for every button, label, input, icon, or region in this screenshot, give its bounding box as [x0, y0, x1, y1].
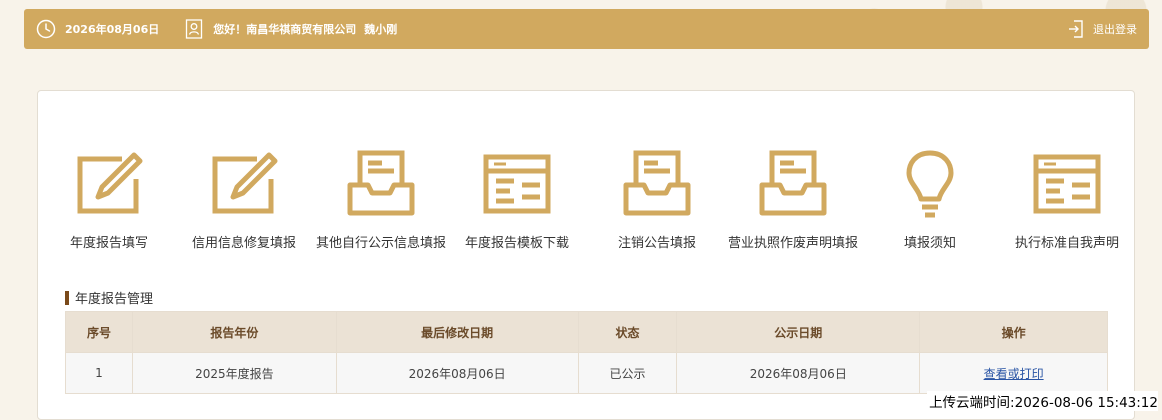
header-date: 2026年08月06日 [36, 19, 159, 39]
nav-deregistration-notice[interactable]: 注销公告填报 [587, 149, 727, 251]
column-header: 状态 [577, 311, 678, 353]
inbox-icon [758, 149, 828, 219]
date-text: 2026年08月06日 [65, 23, 160, 36]
inbox-icon [346, 149, 416, 219]
column-header: 操作 [919, 311, 1108, 353]
annual-report-table: 序号 报告年份 最后修改日期 状态 公示日期 操作 1 2025年度报告 202… [65, 311, 1108, 394]
column-header: 报告年份 [131, 311, 337, 353]
user-name: 魏小刚 [364, 23, 398, 36]
table-row: 1 2025年度报告 2026年08月06日 已公示 2026年08月06日 查… [65, 352, 1108, 394]
section-title: 年度报告管理 [65, 288, 153, 307]
cell-last-modified: 2026年08月06日 [335, 352, 579, 394]
nav-label: 填报须知 [903, 236, 956, 251]
nav-annual-report-fill[interactable]: 年度报告填写 [39, 149, 179, 251]
section-title-text: 年度报告管理 [75, 292, 154, 307]
logout-icon [1067, 19, 1085, 39]
top-header-bar: 2026年08月06日 您好！南昌华祺商贸有限公司 魏小刚 退出登录 [24, 9, 1149, 49]
table-header-row: 序号 报告年份 最后修改日期 状态 公示日期 操作 [65, 311, 1108, 353]
upload-time: 上传云端时间:2026-08-06 15:43:12 [927, 391, 1158, 411]
column-header: 最后修改日期 [335, 311, 579, 353]
cell-status: 已公示 [577, 352, 678, 394]
function-nav: 年度报告填写 信用信息修复填报 其他自行公示信息填报 年度报告模板下载 注销公告… [38, 149, 1137, 251]
lightbulb-icon [895, 149, 965, 219]
nav-label: 年度报告模板下载 [464, 236, 569, 251]
column-header: 序号 [65, 311, 133, 353]
nav-standard-declaration[interactable]: 执行标准自我声明 [997, 149, 1137, 251]
nav-license-void[interactable]: 营业执照作废声明填报 [723, 149, 863, 251]
window-icon [1032, 149, 1102, 219]
cell-publish-date: 2026年08月06日 [676, 352, 921, 394]
nav-label: 营业执照作废声明填报 [727, 236, 858, 251]
section-title-bar [65, 290, 69, 305]
cell-index: 1 [65, 352, 133, 394]
greeting-text: 您好！南昌华祺商贸有限公司 [213, 23, 357, 36]
column-header: 公示日期 [676, 311, 921, 353]
window-icon [482, 149, 552, 219]
nav-credit-repair[interactable]: 信用信息修复填报 [174, 149, 314, 251]
nav-label: 执行标准自我声明 [1014, 236, 1119, 251]
edit-icon [74, 149, 144, 219]
main-panel: 年度报告填写 信用信息修复填报 其他自行公示信息填报 年度报告模板下载 注销公告… [37, 90, 1135, 420]
user-card-icon [185, 19, 203, 39]
clock-icon [36, 19, 56, 39]
edit-icon [209, 149, 279, 219]
view-print-link[interactable]: 查看或打印 [984, 367, 1044, 381]
nav-filing-notice[interactable]: 填报须知 [860, 149, 1000, 251]
header-greeting: 您好！南昌华祺商贸有限公司 魏小刚 [185, 19, 397, 39]
inbox-icon [622, 149, 692, 219]
nav-label: 注销公告填报 [617, 236, 696, 251]
nav-label: 年度报告填写 [69, 236, 148, 251]
logout-button[interactable]: 退出登录 [1067, 19, 1137, 39]
cell-action: 查看或打印 [919, 352, 1108, 394]
nav-label: 信用信息修复填报 [191, 236, 296, 251]
nav-template-download[interactable]: 年度报告模板下载 [447, 149, 587, 251]
nav-label: 其他自行公示信息填报 [315, 236, 446, 251]
logout-label: 退出登录 [1093, 23, 1137, 36]
cell-report-year: 2025年度报告 [131, 352, 337, 394]
nav-other-disclosure[interactable]: 其他自行公示信息填报 [311, 149, 451, 251]
